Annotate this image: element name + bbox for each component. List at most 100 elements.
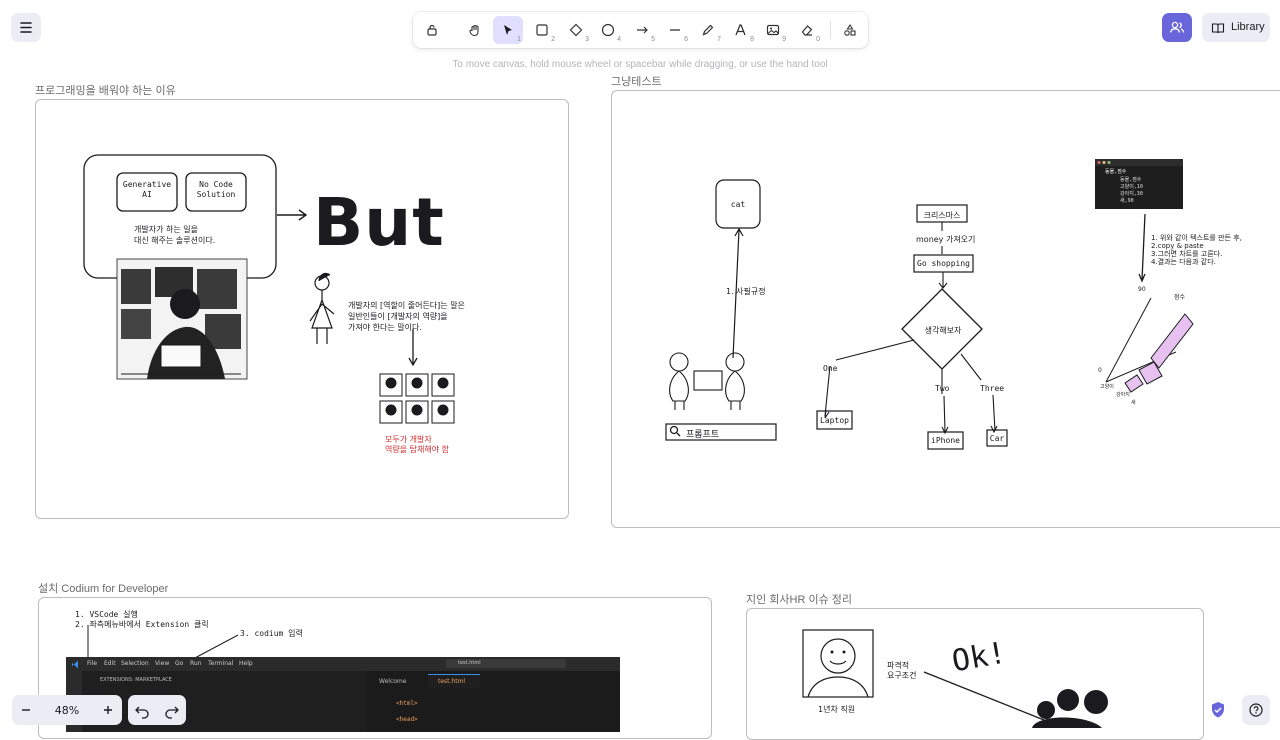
frame-title[interactable]: 지인 회사HR 이슈 정리 <box>746 591 852 607</box>
hand-icon <box>469 24 479 37</box>
code-line-2: 고양이,10 <box>1120 184 1143 190</box>
zoom-in-button[interactable] <box>94 695 122 725</box>
arrow-to-faces <box>408 329 418 367</box>
menu-edit: Edit <box>104 660 116 667</box>
zoom-out-button[interactable] <box>12 695 40 725</box>
caption-line2[interactable]: 대신 해주는 솔루션이다. <box>134 235 215 246</box>
frame-title[interactable]: 설치 Codium for Developer <box>38 580 168 596</box>
shopping-label[interactable]: Go shopping <box>914 259 973 268</box>
code-html-tag: <html> <box>396 700 418 707</box>
library-button[interactable]: Library <box>1202 13 1270 42</box>
shapes-icon <box>844 23 856 36</box>
role-note-line2[interactable]: 일반인들이 [개발자의 역량]을 <box>348 311 448 322</box>
chart-cat-2: 강아지 <box>1116 392 1130 398</box>
money-label[interactable]: money 가져오기 <box>916 234 975 245</box>
laptop-label[interactable]: Laptop <box>817 416 852 425</box>
hamburger-icon <box>20 22 32 33</box>
line-icon <box>670 29 680 31</box>
menu-help: Help <box>239 660 253 667</box>
eraser-icon <box>801 25 813 36</box>
eraser-tool-button[interactable]: 0 <box>792 16 822 44</box>
frame1-drawing <box>83 154 455 424</box>
more-tools-button[interactable] <box>835 16 865 44</box>
step-line-3[interactable]: 3.그러면 차트를 고른다. <box>1151 250 1222 258</box>
iphone-label[interactable]: iPhone <box>928 436 963 445</box>
cat-label[interactable]: cat <box>716 200 760 209</box>
red-note-line2[interactable]: 역량을 탑재해야 함 <box>385 444 449 455</box>
shortcut-label: 1 <box>517 36 521 43</box>
arrow-label[interactable]: 1. 사필규정 <box>726 286 766 297</box>
decision-label[interactable]: 생각해보자 <box>918 325 968 336</box>
undo-button[interactable] <box>128 695 157 725</box>
shortcut-label: 9 <box>782 36 786 43</box>
library-label: Library <box>1231 21 1265 33</box>
shortcut-label: 7 <box>717 36 721 43</box>
line-tool-button[interactable]: 6 <box>660 16 690 44</box>
menu-view: View <box>155 660 170 667</box>
step-line-2[interactable]: 2.copy & paste <box>1151 242 1204 250</box>
ellipse-icon <box>601 23 615 37</box>
main-menu-button[interactable] <box>11 13 41 42</box>
hand-drawn-bar-chart <box>1105 297 1194 393</box>
book-icon <box>1211 23 1225 34</box>
rectangle-tool-button[interactable]: 2 <box>527 16 557 44</box>
shortcut-label: 3 <box>585 36 589 43</box>
but-text[interactable]: But <box>313 183 445 263</box>
arrow-to-but <box>277 209 308 221</box>
hand-tool-button[interactable] <box>460 16 490 44</box>
chart-cat-3: 새 <box>1131 400 1136 406</box>
menu-file: File <box>87 660 98 667</box>
shortcut-label: 5 <box>651 36 655 43</box>
draw-tool-button[interactable]: 7 <box>693 16 723 44</box>
developer-illustration <box>116 258 248 380</box>
collaborate-button[interactable] <box>1162 13 1192 42</box>
condition-line-2[interactable]: 요구조건 <box>887 670 916 681</box>
code-line-1: 동물,점수 <box>1120 177 1142 183</box>
selection-tool-button[interactable]: 1 <box>493 16 523 44</box>
code-line-4: 새,90 <box>1120 198 1134 204</box>
generative-ai-label[interactable]: Generative AI <box>119 180 175 200</box>
image-tool-button[interactable]: 9 <box>758 16 788 44</box>
three-label[interactable]: Three <box>980 384 1004 393</box>
employee-label[interactable]: 1년차 직원 <box>818 704 855 715</box>
arrow-tool-button[interactable]: 5 <box>627 16 657 44</box>
search-glyph <box>669 425 681 437</box>
chart-cat-1: 고양이 <box>1100 384 1114 390</box>
christmas-label[interactable]: 크리스마스 <box>917 210 967 221</box>
frame-title[interactable]: 프로그래밍을 배워야 하는 이유 <box>35 82 176 98</box>
ellipse-tool-button[interactable]: 4 <box>593 16 623 44</box>
step-line-4[interactable]: 4.결과는 다음과 같다. <box>1151 258 1216 266</box>
redo-button[interactable] <box>157 695 186 725</box>
two-label[interactable]: Two <box>935 384 949 393</box>
zoom-controls: 48% <box>12 695 122 725</box>
encryption-indicator[interactable] <box>1208 700 1228 720</box>
arrow-icon <box>637 26 648 34</box>
chart-series-label: 점수 <box>1174 294 1186 301</box>
search-bar-drawn <box>665 423 777 441</box>
car-label[interactable]: Car <box>987 434 1007 443</box>
menu-go: Go <box>175 660 184 667</box>
people-group-illustration <box>1032 689 1108 728</box>
rectangle-icon <box>536 24 548 36</box>
step-line-1[interactable]: 1. 위와 같이 텍스트를 만든 후, <box>1151 234 1242 242</box>
tab-test-html: test.html <box>438 678 466 685</box>
shortcut-label: 0 <box>816 36 820 43</box>
role-note-line3[interactable]: 가져야 한다는 말이다. <box>348 322 422 333</box>
one-label[interactable]: One <box>823 364 837 373</box>
redo-icon <box>165 706 179 719</box>
frame-title[interactable]: 그냥테스트 <box>611 73 662 89</box>
zoom-value-button[interactable]: 48% <box>40 704 94 717</box>
menu-terminal: Terminal <box>208 660 234 667</box>
lock-icon <box>427 24 437 36</box>
no-code-label[interactable]: No Code Solution <box>188 180 244 200</box>
diamond-tool-button[interactable]: 3 <box>561 16 591 44</box>
image-icon <box>766 24 780 36</box>
role-note-line1[interactable]: 개발자의 [역할이 줄어든다]는 말은 <box>348 300 465 311</box>
two-figures <box>669 352 745 410</box>
code-head-tag: <head> <box>396 716 418 723</box>
caption-line1[interactable]: 개발자가 하는 일을 <box>134 224 198 235</box>
prompt-search-text[interactable]: 프롬프트 <box>686 427 719 440</box>
lock-tool-button[interactable] <box>417 16 447 44</box>
help-button[interactable] <box>1242 695 1270 725</box>
text-tool-button[interactable]: 8 <box>726 16 756 44</box>
